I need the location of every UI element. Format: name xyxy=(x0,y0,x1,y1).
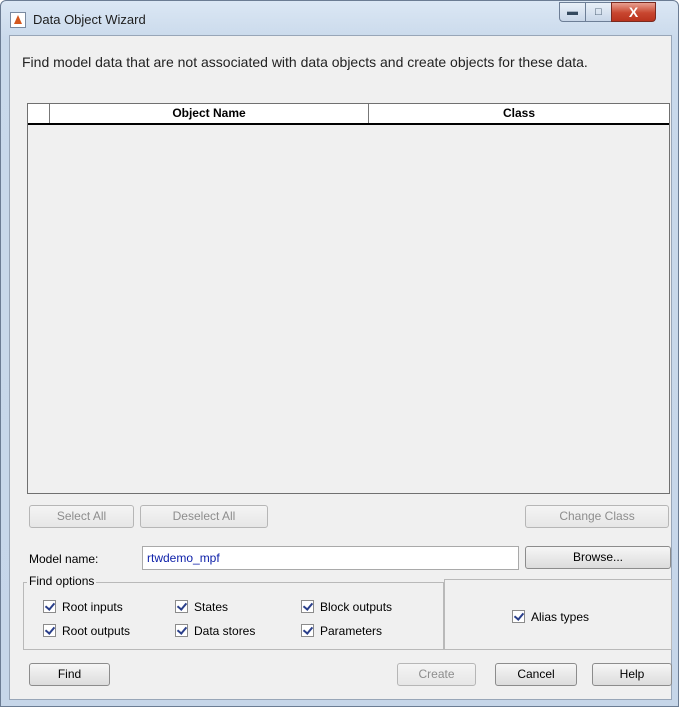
checkmark-icon xyxy=(43,624,56,638)
object-name-column-header[interactable]: Object Name xyxy=(50,104,369,123)
find-options-group xyxy=(23,582,444,650)
matlab-icon xyxy=(10,12,26,28)
maximize-button[interactable]: □ xyxy=(585,2,612,22)
data-stores-checkbox[interactable]: Data stores xyxy=(175,623,255,639)
browse-button[interactable]: Browse... xyxy=(525,546,671,569)
parameters-checkbox[interactable]: Parameters xyxy=(301,623,382,639)
select-column-header[interactable] xyxy=(28,104,50,123)
states-label: States xyxy=(194,599,229,614)
close-button[interactable]: X xyxy=(611,2,656,22)
checkmark-icon xyxy=(43,600,56,614)
root-outputs-checkbox[interactable]: Root outputs xyxy=(43,623,130,639)
description-text: Find model data that are not associated … xyxy=(22,54,588,70)
change-class-button[interactable]: Change Class xyxy=(525,505,669,528)
checkmark-icon xyxy=(512,610,525,624)
help-button[interactable]: Help xyxy=(592,663,672,686)
root-inputs-label: Root inputs xyxy=(62,599,123,614)
checkmark-icon xyxy=(175,600,188,614)
objects-table[interactable]: Object Name Class xyxy=(27,103,670,494)
find-options-title: Find options xyxy=(27,574,97,588)
minimize-icon: ▬ xyxy=(567,6,578,18)
model-name-field[interactable]: rtwdemo_mpf xyxy=(142,546,519,570)
close-icon: X xyxy=(628,4,639,20)
create-button[interactable]: Create xyxy=(397,663,476,686)
data-object-wizard-window: Data Object Wizard ▬ □ X Find model data… xyxy=(0,0,679,707)
data-stores-label: Data stores xyxy=(194,623,256,638)
checkmark-icon xyxy=(175,624,188,638)
minimize-button[interactable]: ▬ xyxy=(559,2,586,22)
maximize-icon: □ xyxy=(595,6,602,18)
cancel-button[interactable]: Cancel xyxy=(495,663,577,686)
root-outputs-label: Root outputs xyxy=(62,623,131,638)
block-outputs-checkbox[interactable]: Block outputs xyxy=(301,599,392,615)
select-all-button[interactable]: Select All xyxy=(29,505,134,528)
table-header: Object Name Class xyxy=(28,104,669,125)
checkmark-icon xyxy=(301,600,314,614)
root-inputs-checkbox[interactable]: Root inputs xyxy=(43,599,123,615)
class-column-header[interactable]: Class xyxy=(369,104,669,123)
alias-types-label: Alias types xyxy=(531,609,590,624)
block-outputs-label: Block outputs xyxy=(320,599,393,614)
dialog-content: Find model data that are not associated … xyxy=(9,35,672,700)
title-bar[interactable]: Data Object Wizard ▬ □ X xyxy=(1,1,678,35)
window-title: Data Object Wizard xyxy=(33,12,146,27)
model-name-label: Model name: xyxy=(29,552,99,566)
alias-types-checkbox[interactable]: Alias types xyxy=(512,609,589,625)
deselect-all-button[interactable]: Deselect All xyxy=(140,505,268,528)
states-checkbox[interactable]: States xyxy=(175,599,228,615)
parameters-label: Parameters xyxy=(320,623,383,638)
checkmark-icon xyxy=(301,624,314,638)
find-button[interactable]: Find xyxy=(29,663,110,686)
